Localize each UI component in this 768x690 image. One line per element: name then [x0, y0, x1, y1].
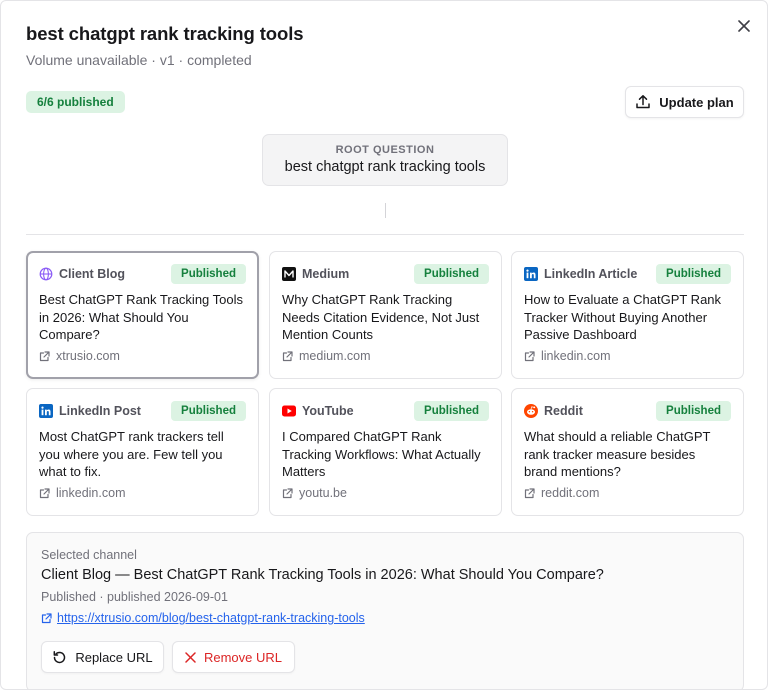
- status-badge: Published: [656, 401, 731, 421]
- external-link-icon: [524, 350, 535, 361]
- modal-subtitle: Volume unavailable · v1 · completed: [26, 52, 252, 68]
- channel-name: Client Blog: [59, 267, 125, 281]
- root-question-text: best chatgpt rank tracking tools: [284, 159, 486, 175]
- channel-link[interactable]: youtu.be: [282, 486, 347, 500]
- external-link-icon: [41, 612, 52, 623]
- refresh-icon: [53, 650, 66, 663]
- channel-link[interactable]: linkedin.com: [524, 349, 610, 363]
- card-header: YouTube Published: [282, 401, 489, 421]
- card-header: Client Blog Published: [39, 264, 246, 284]
- channel-name: YouTube: [302, 404, 354, 418]
- youtube-icon: [282, 404, 296, 418]
- channel-card-medium[interactable]: Medium Published Why ChatGPT Rank Tracki…: [269, 251, 502, 379]
- channel-card-reddit[interactable]: Reddit Published What should a reliable …: [511, 388, 744, 516]
- selected-channel-url[interactable]: https://xtrusio.com/blog/best-chatgpt-ra…: [41, 611, 365, 625]
- tree-connector: [385, 203, 386, 218]
- selected-channel-panel: Selected channel Client Blog — Best Chat…: [26, 532, 744, 689]
- section-divider: [26, 234, 744, 235]
- upload-icon: [636, 95, 651, 109]
- selected-channel-title: Client Blog — Best ChatGPT Rank Tracking…: [41, 567, 604, 583]
- card-header: Medium Published: [282, 264, 489, 284]
- channel-name: Medium: [302, 267, 350, 281]
- channel-post-title: I Compared ChatGPT Rank Tracking Workflo…: [282, 429, 481, 480]
- channel-domain: xtrusio.com: [56, 349, 120, 363]
- channel-post-title: Best ChatGPT Rank Tracking Tools in 2026…: [39, 292, 244, 343]
- external-link-icon: [282, 487, 293, 498]
- channel-link[interactable]: reddit.com: [524, 486, 599, 500]
- root-question-label: ROOT QUESTION: [335, 144, 435, 156]
- external-link-icon: [282, 350, 293, 361]
- channel-post-title: How to Evaluate a ChatGPT Rank Tracker W…: [524, 292, 722, 343]
- medium-icon: [282, 267, 296, 281]
- linkedin-icon: [39, 404, 53, 418]
- channel-card-linkedin-article[interactable]: LinkedIn Article Published How to Evalua…: [511, 251, 744, 379]
- channel-link[interactable]: linkedin.com: [39, 486, 125, 500]
- channel-card-linkedin-post[interactable]: LinkedIn Post Published Most ChatGPT ran…: [26, 388, 259, 516]
- linkedin-icon: [524, 267, 538, 281]
- x-icon: [185, 651, 196, 663]
- status-badge: Published: [414, 401, 489, 421]
- card-header: LinkedIn Post Published: [39, 401, 246, 421]
- close-button[interactable]: [733, 15, 755, 37]
- update-plan-button[interactable]: Update plan: [625, 86, 744, 118]
- channel-post-title: What should a reliable ChatGPT rank trac…: [524, 429, 711, 480]
- status-badge: Published: [656, 264, 731, 284]
- channel-domain: linkedin.com: [56, 486, 126, 500]
- channel-domain: linkedin.com: [541, 349, 611, 363]
- modal-title: best chatgpt rank tracking tools: [26, 23, 304, 44]
- replace-url-button[interactable]: Replace URL: [41, 641, 164, 673]
- external-link-icon: [39, 350, 50, 361]
- external-link-icon: [524, 487, 535, 498]
- channel-domain: youtu.be: [299, 486, 347, 500]
- remove-url-label: Remove URL: [203, 649, 283, 665]
- root-question-box: ROOT QUESTION best chatgpt rank tracking…: [262, 134, 508, 186]
- channel-post-title: Most ChatGPT rank trackers tell you wher…: [39, 429, 224, 480]
- card-header: Reddit Published: [524, 401, 731, 421]
- replace-url-label: Replace URL: [75, 649, 153, 665]
- remove-url-button[interactable]: Remove URL: [172, 641, 295, 673]
- status-badge: Published: [171, 264, 246, 284]
- channel-card-youtube[interactable]: YouTube Published I Compared ChatGPT Ran…: [269, 388, 502, 516]
- globe-icon: [39, 267, 53, 281]
- card-header: LinkedIn Article Published: [524, 264, 731, 284]
- channel-link[interactable]: xtrusio.com: [39, 349, 120, 363]
- channel-plan-modal: best chatgpt rank tracking tools Volume …: [0, 0, 768, 690]
- channel-link[interactable]: medium.com: [282, 349, 371, 363]
- status-badge: Published: [171, 401, 246, 421]
- channel-domain: medium.com: [299, 349, 371, 363]
- external-link-icon: [39, 487, 50, 498]
- channel-post-title: Why ChatGPT Rank Tracking Needs Citation…: [282, 292, 480, 343]
- status-badge: Published: [414, 264, 489, 284]
- channel-domain: reddit.com: [541, 486, 600, 500]
- channel-name: LinkedIn Article: [544, 267, 638, 281]
- update-plan-label: Update plan: [659, 94, 734, 110]
- selected-url-text: https://xtrusio.com/blog/best-chatgpt-ra…: [57, 611, 365, 625]
- selected-channel-label: Selected channel: [41, 548, 137, 562]
- close-icon: [738, 20, 750, 32]
- channel-name: Reddit: [544, 404, 583, 418]
- selected-channel-meta: Published · published 2026-09-01: [41, 590, 228, 604]
- channel-name: LinkedIn Post: [59, 404, 141, 418]
- channel-card-client-blog[interactable]: Client Blog Published Best ChatGPT Rank …: [26, 251, 259, 379]
- published-count-badge: 6/6 published: [26, 91, 125, 113]
- reddit-icon: [524, 404, 538, 418]
